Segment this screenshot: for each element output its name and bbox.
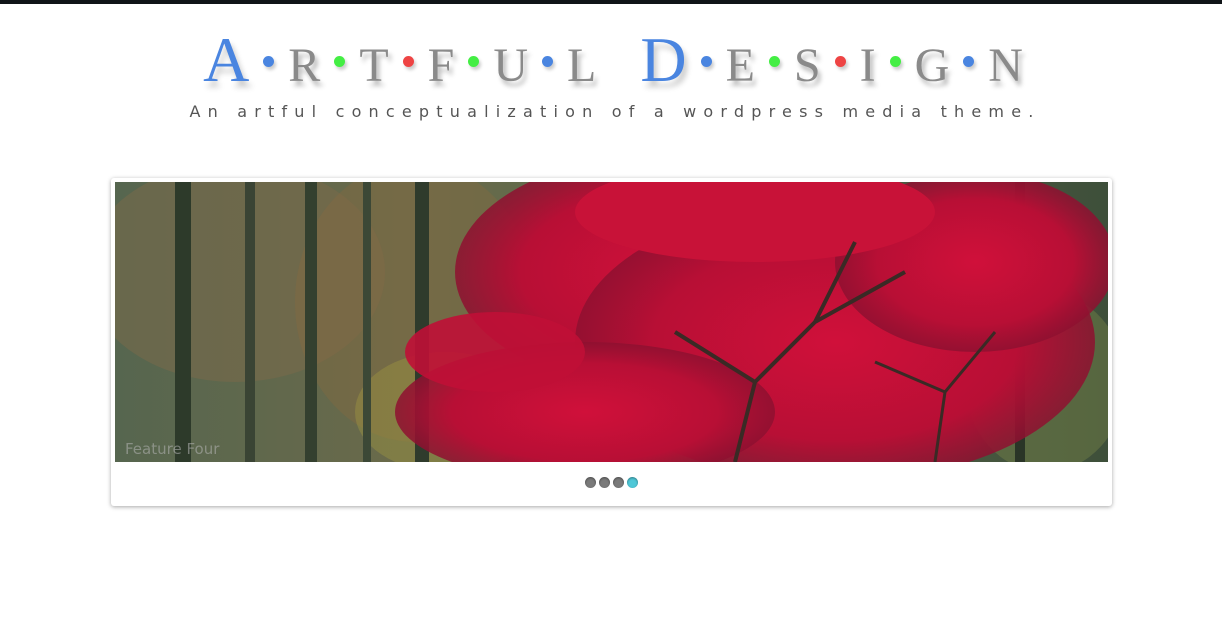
slide-caption: Feature Four: [125, 440, 220, 458]
logo-letter: E: [725, 39, 755, 92]
logo-dot: [334, 56, 346, 67]
logo-letter: U: [493, 39, 529, 92]
site-tagline: An artful conceptualization of a wordpre…: [189, 102, 1041, 121]
logo-dot: [402, 56, 414, 67]
logo-letter: G: [914, 39, 950, 92]
logo-dot: [768, 56, 780, 67]
logo-dot: [468, 56, 480, 67]
logo-letter: S: [793, 39, 821, 92]
logo-dot: [700, 56, 712, 67]
feature-slider: Feature Four: [111, 178, 1112, 506]
logo-letter: A: [203, 24, 250, 95]
logo-dot: [963, 56, 975, 67]
logo-letter: N: [988, 39, 1023, 92]
logo-letter: T: [359, 39, 389, 92]
logo-letter: R: [288, 39, 321, 92]
logo-dot: [542, 56, 554, 67]
logo-dot: [889, 56, 901, 67]
slide-image[interactable]: Feature Four: [115, 182, 1108, 462]
logo-letter: D: [640, 24, 687, 95]
site-header: ARTFULDESIGN An artful conceptualization…: [0, 28, 1222, 122]
logo-letter: L: [567, 39, 597, 92]
pager-dot-4[interactable]: [627, 477, 638, 488]
pager-dot-2[interactable]: [599, 477, 610, 488]
logo-dot: [834, 56, 846, 67]
pager-dot-1[interactable]: [585, 477, 596, 488]
logo-letter: F: [427, 39, 455, 92]
site-logo[interactable]: ARTFULDESIGN: [4, 28, 1222, 98]
top-border: [0, 0, 1222, 4]
slider-pager: [111, 477, 1112, 488]
logo-dot: [263, 56, 275, 67]
autumn-maple-photo: [115, 182, 1108, 462]
logo-letter: I: [859, 39, 876, 92]
pager-dot-3[interactable]: [613, 477, 624, 488]
